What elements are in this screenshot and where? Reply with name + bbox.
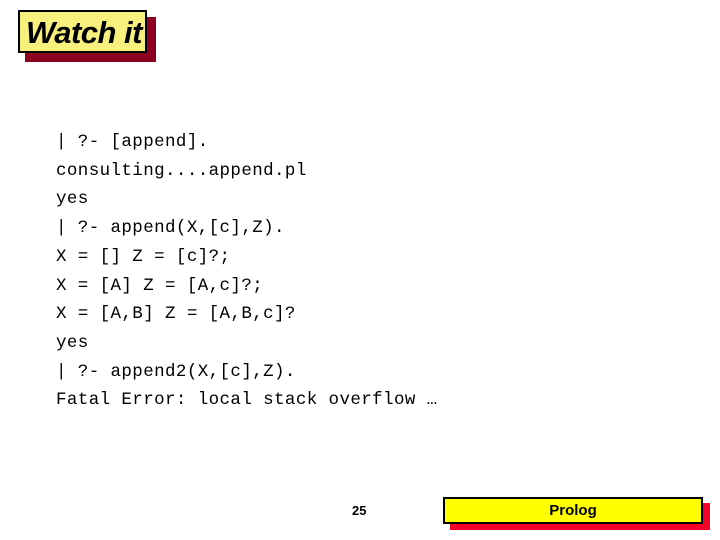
console-line: X = [A,B] Z = [A,B,c]?: [56, 304, 296, 325]
console-line: yes: [56, 332, 89, 353]
console-line: | ?- [append].: [56, 132, 209, 152]
console-line: consulting....append.pl: [56, 160, 307, 181]
prolog-console-transcript: | ?- [append]. consulting....append.pl y…: [56, 128, 656, 415]
footer-topic-banner: Prolog: [443, 497, 710, 530]
console-line: Fatal Error: local stack overflow …: [56, 390, 438, 411]
footer-banner-box: Prolog: [443, 497, 703, 524]
slide-title-banner: Watch it: [18, 10, 156, 62]
console-line: | ?- append2(X,[c],Z).: [56, 361, 296, 382]
console-line: X = [] Z = [c]?;: [56, 246, 231, 267]
console-line: yes: [56, 189, 89, 210]
page-number: 25: [352, 503, 367, 518]
footer-topic-label: Prolog: [549, 501, 597, 519]
title-banner-box: Watch it: [18, 10, 147, 53]
console-line: | ?- append(X,[c],Z).: [56, 218, 285, 239]
page-title: Watch it: [26, 15, 143, 50]
console-line: X = [A] Z = [A,c]?;: [56, 275, 264, 296]
slide-canvas: Watch it | ?- [append]. consulting....ap…: [0, 0, 720, 540]
